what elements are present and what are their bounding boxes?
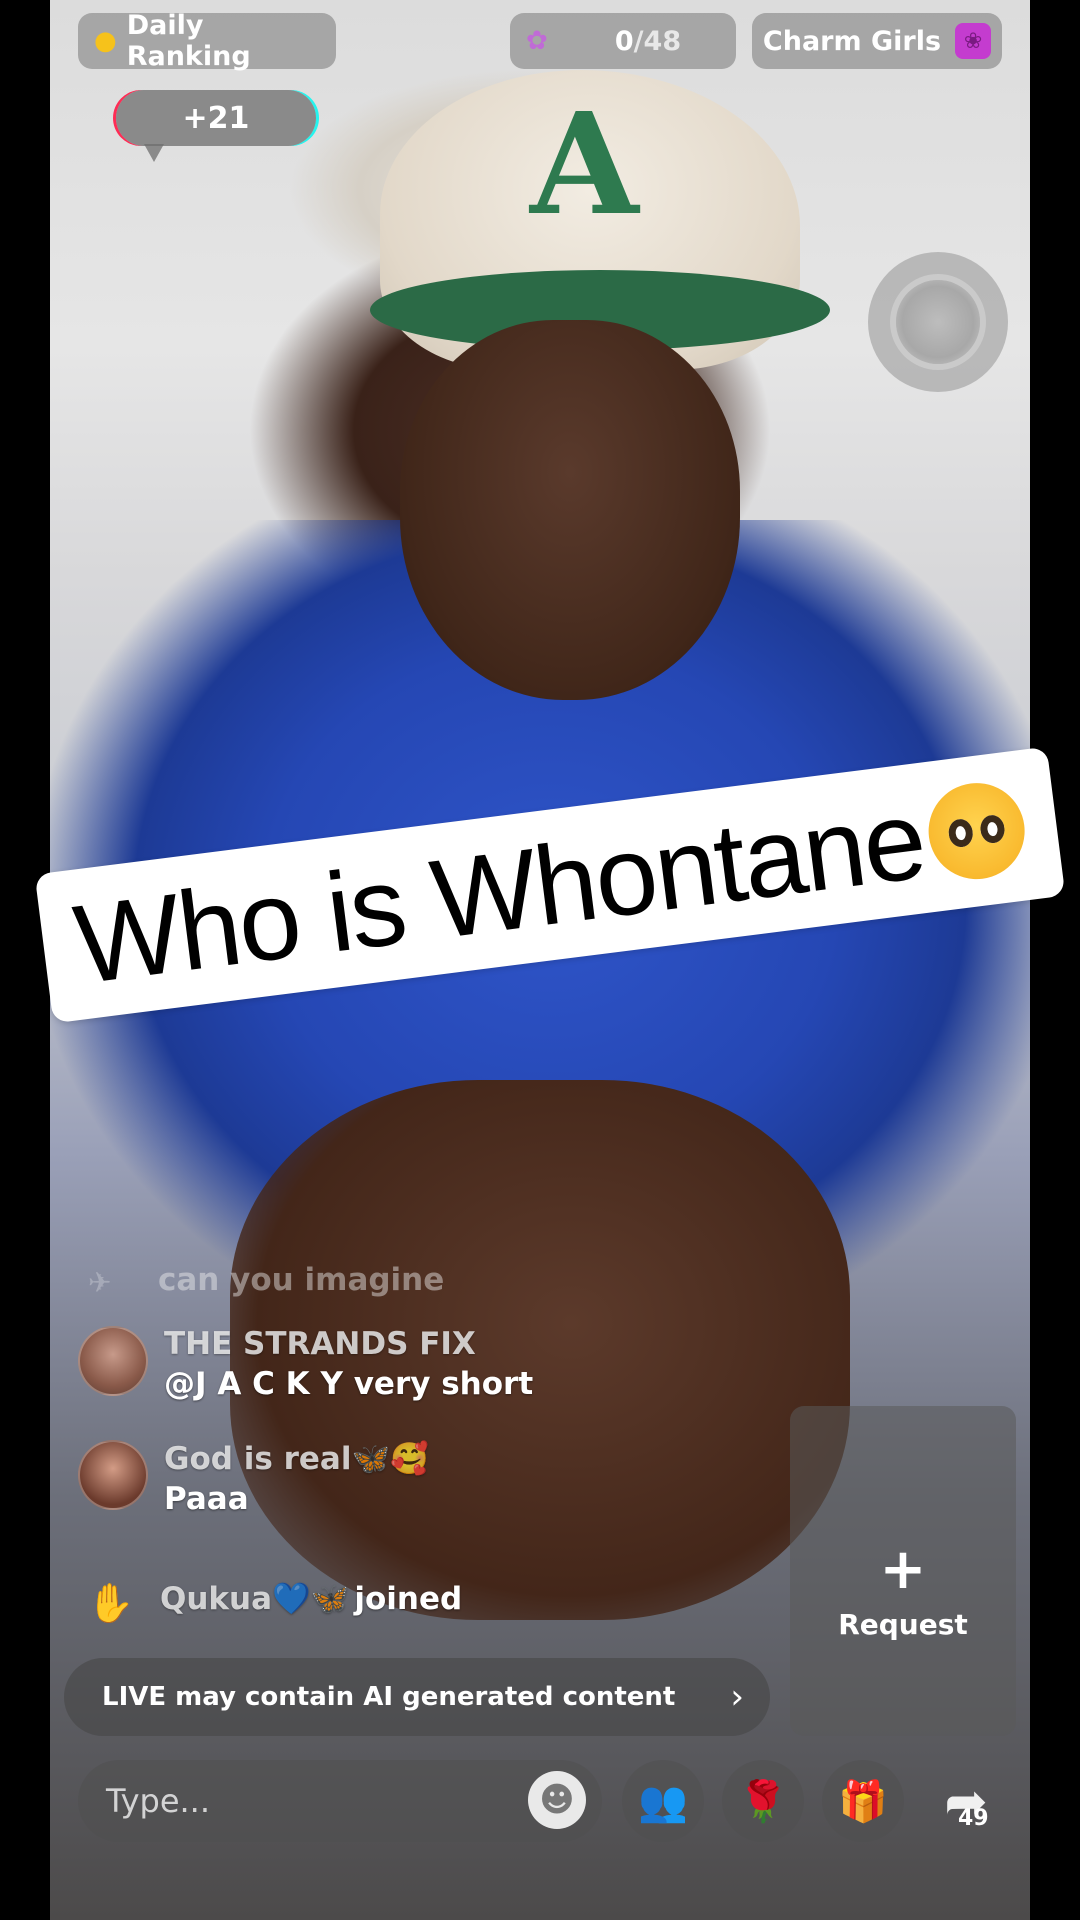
join-event: ✋ Qukua💙🦋 joined bbox=[78, 1570, 462, 1636]
emoji-button[interactable]: ☻ bbox=[528, 1771, 586, 1829]
join-action: joined bbox=[354, 1581, 463, 1617]
counter-current: 0 bbox=[614, 25, 634, 57]
charm-girls-label: Charm Girls bbox=[762, 25, 942, 57]
pleading-face-icon bbox=[922, 777, 1031, 885]
gift-button[interactable]: 🎁 bbox=[822, 1760, 904, 1842]
plus-icon: + bbox=[879, 1536, 927, 1602]
comment-text: @J A C K Y very short bbox=[164, 1366, 534, 1402]
request-label: Request bbox=[838, 1607, 968, 1641]
floating-record-button[interactable] bbox=[868, 252, 1008, 392]
comment-text: Paaa bbox=[164, 1481, 249, 1517]
gift-icon: 🎁 bbox=[838, 1778, 888, 1825]
rose-badge-icon: ❀ bbox=[955, 23, 992, 59]
counter-total: /48 bbox=[633, 25, 682, 57]
room-counter[interactable]: ✿ 0/48 bbox=[510, 13, 736, 69]
ai-notice-text: LIVE may contain AI generated content bbox=[102, 1682, 676, 1712]
people-icon: 👥 bbox=[638, 1778, 688, 1825]
daily-ranking-label: Daily Ranking bbox=[126, 10, 251, 72]
join-username[interactable]: Qukua💙🦋 bbox=[160, 1581, 349, 1617]
flame-icon: ● bbox=[94, 26, 117, 56]
multi-guest-button[interactable]: 👥 bbox=[622, 1760, 704, 1842]
comment-item[interactable]: THE STRANDS FIX @J A C K Y very short bbox=[78, 1326, 533, 1402]
wave-icon: ✋ bbox=[87, 1580, 135, 1625]
comment-input[interactable]: Type... ☻ bbox=[78, 1760, 602, 1842]
avatar[interactable] bbox=[78, 1440, 148, 1510]
viewer-count-label: +21 bbox=[182, 100, 250, 136]
ai-content-notice[interactable]: LIVE may contain AI generated content › bbox=[64, 1658, 770, 1736]
viewer-count-bubble[interactable]: +21 bbox=[116, 90, 316, 162]
comment-username[interactable]: THE STRANDS FIX bbox=[164, 1326, 533, 1362]
smiley-icon: ☻ bbox=[539, 1780, 575, 1820]
avatar[interactable] bbox=[78, 1326, 148, 1396]
video-hat-logo: A bbox=[530, 83, 639, 247]
faded-comment-icon: ✈ bbox=[88, 1266, 112, 1299]
share-count: 49 bbox=[958, 1806, 989, 1831]
video-face bbox=[400, 320, 740, 700]
charm-girls-button[interactable]: Charm Girls ❀ bbox=[752, 13, 1002, 69]
request-panel[interactable]: + Request bbox=[790, 1406, 1016, 1736]
rose-icon: 🌹 bbox=[738, 1778, 788, 1825]
comment-input-placeholder: Type... bbox=[106, 1782, 211, 1820]
rose-gift-button[interactable]: 🌹 bbox=[722, 1760, 804, 1842]
daily-ranking-button[interactable]: ● Daily Ranking bbox=[78, 10, 336, 72]
comment-faded: can you imagine bbox=[158, 1262, 445, 1298]
comment-item[interactable]: God is real🦋🥰 Paaa bbox=[78, 1440, 429, 1517]
record-icon bbox=[896, 280, 980, 364]
comment-username[interactable]: God is real🦋🥰 bbox=[164, 1440, 429, 1477]
butterfly-icon: ✿ bbox=[526, 26, 548, 56]
chevron-right-icon: › bbox=[730, 1677, 744, 1717]
